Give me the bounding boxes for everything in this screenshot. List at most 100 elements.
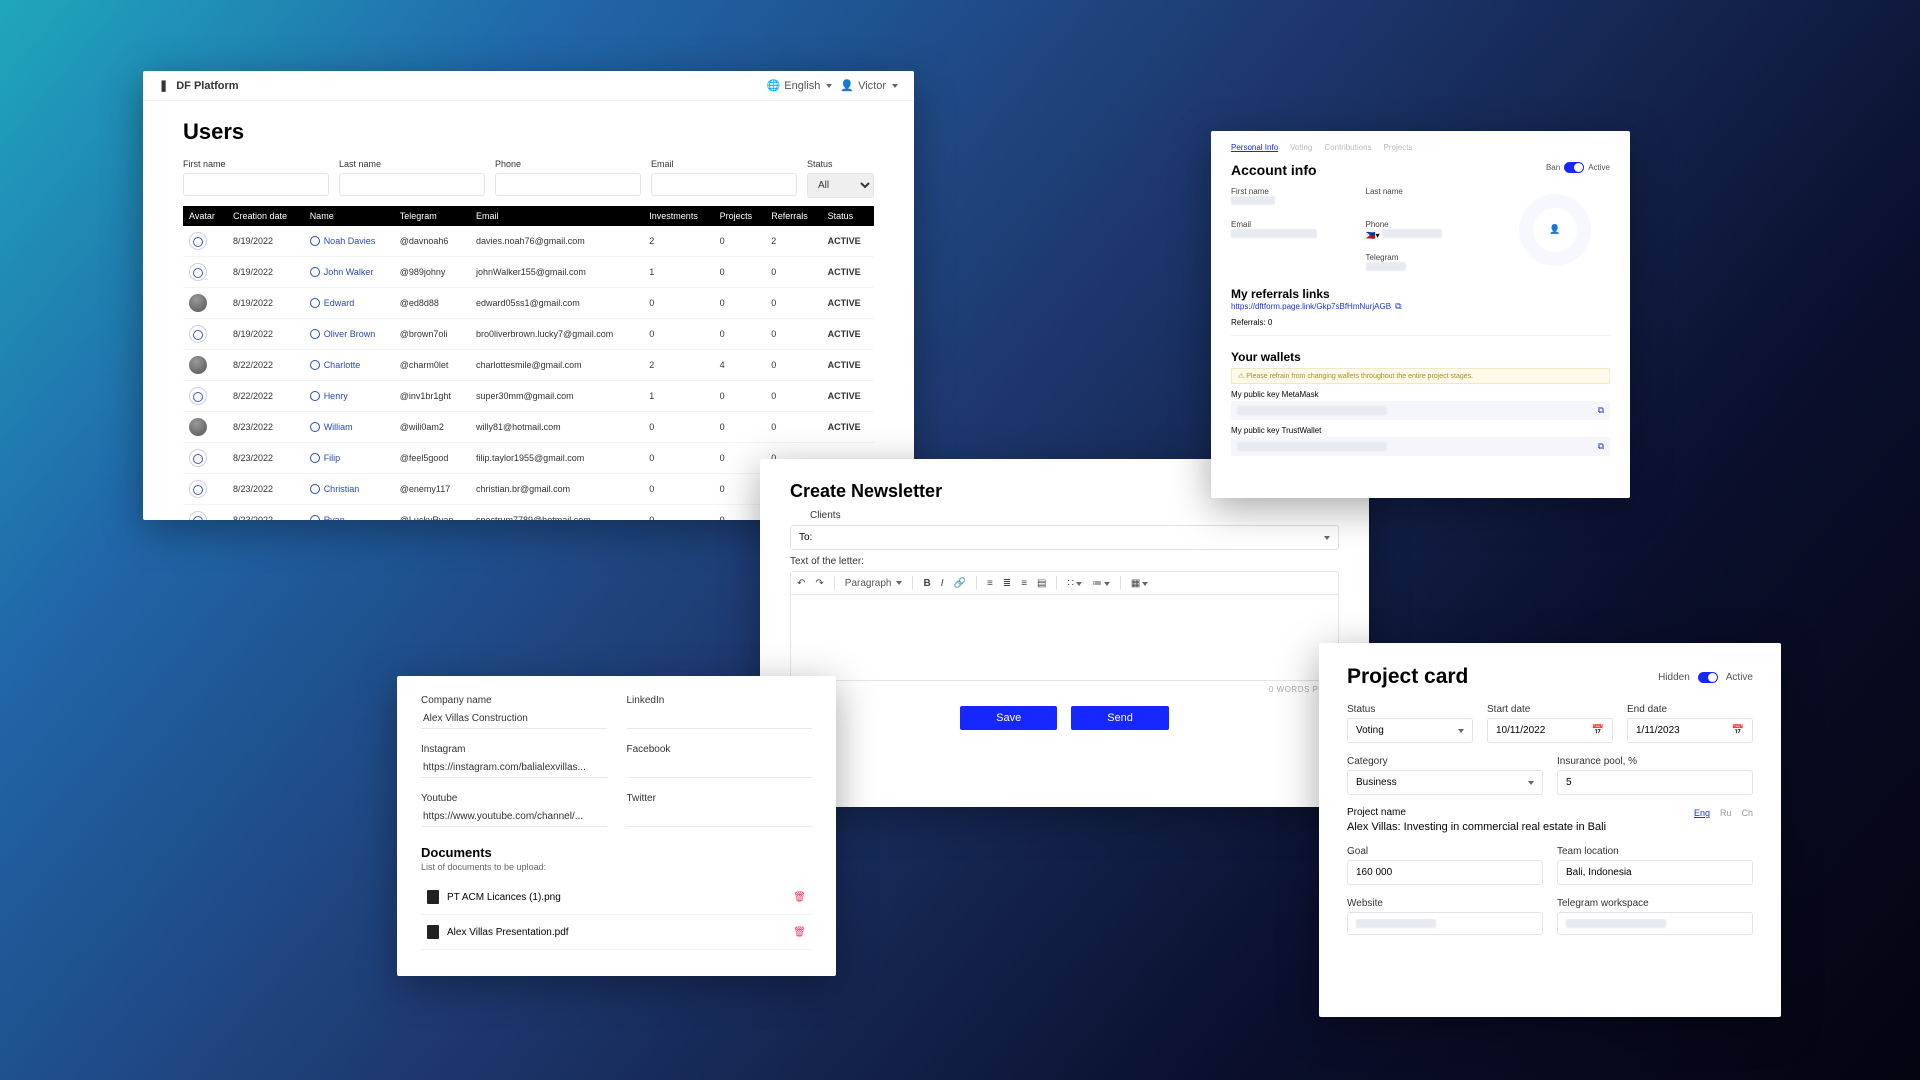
align-right-icon[interactable]: ≡: [1021, 578, 1027, 589]
user-link[interactable]: John Walker: [310, 267, 388, 277]
category-select[interactable]: Business: [1347, 770, 1543, 795]
goal-input[interactable]: 160 000: [1347, 860, 1543, 885]
document-row: PT ACM Licances (1).png🗑: [421, 880, 812, 915]
send-button[interactable]: Send: [1071, 706, 1169, 730]
status-badge: ACTIVE: [822, 350, 874, 381]
user-link[interactable]: Oliver Brown: [310, 329, 388, 339]
lang-ru[interactable]: Ru: [1720, 808, 1732, 818]
visibility-toggle[interactable]: Hidden Active: [1658, 672, 1753, 683]
undo-icon[interactable]: ↶: [797, 578, 805, 589]
users-panel: ❚ DF Platform 🌐 English 👤 Victor Users F…: [143, 71, 914, 520]
status-select[interactable]: Voting: [1347, 718, 1473, 743]
lang-ch[interactable]: Ch: [1741, 808, 1753, 818]
avatar: [189, 263, 207, 281]
switch-icon: [1698, 672, 1718, 683]
table-row[interactable]: 8/19/2022 Oliver Brown @brown7olibro0liv…: [183, 319, 874, 350]
person-icon: [310, 360, 320, 370]
filter-first[interactable]: [183, 173, 329, 196]
lang-en[interactable]: Eng: [1694, 808, 1710, 818]
telegram-workspace-input[interactable]: [1557, 912, 1753, 935]
user-link[interactable]: Edward: [310, 298, 388, 308]
team-location-input[interactable]: Bali, Indonesia: [1557, 860, 1753, 885]
project-panel: Project card Hidden Active StatusVoting …: [1319, 643, 1781, 1017]
company-name-input[interactable]: [421, 709, 607, 729]
avatar-placeholder[interactable]: 👤: [1533, 208, 1577, 252]
wallets-heading: Your wallets: [1231, 350, 1610, 364]
italic-icon[interactable]: I: [941, 578, 944, 589]
user-link[interactable]: Christian: [310, 484, 388, 494]
user-menu[interactable]: 👤 Victor: [840, 79, 898, 92]
chevron-down-icon: [892, 84, 898, 88]
paragraph-select[interactable]: Paragraph: [845, 578, 903, 589]
table-row[interactable]: 8/19/2022 Edward @ed8d88edward05ss1@gmai…: [183, 288, 874, 319]
chevron-down-icon: [826, 84, 832, 88]
table-row[interactable]: 8/22/2022 Henry @inv1br1ghtsuper30mm@gma…: [183, 381, 874, 412]
wallet-warning: ⚠ Please refrain from changing wallets t…: [1231, 368, 1610, 384]
copy-icon[interactable]: ⧉: [1598, 405, 1604, 416]
align-left-icon[interactable]: ≡: [987, 578, 993, 589]
instagram-input[interactable]: [421, 758, 607, 778]
filter-status[interactable]: All: [807, 173, 874, 198]
status-badge: ACTIVE: [822, 381, 874, 412]
align-center-icon[interactable]: ≣: [1003, 578, 1011, 589]
align-justify-icon[interactable]: ▤: [1037, 578, 1046, 589]
wallet-metamask: ⧉: [1231, 401, 1610, 420]
delete-icon[interactable]: 🗑: [793, 927, 806, 938]
tab-personal[interactable]: Personal Info: [1231, 143, 1278, 152]
filter-email[interactable]: [651, 173, 797, 196]
file-icon: [427, 890, 439, 904]
website-input[interactable]: [1347, 912, 1543, 935]
chevron-down-icon: [1528, 781, 1534, 785]
status-badge: ACTIVE: [822, 257, 874, 288]
user-link[interactable]: Filip: [310, 453, 388, 463]
account-panel: Personal Info Voting Contributions Proje…: [1211, 131, 1630, 498]
youtube-input[interactable]: [421, 807, 607, 827]
insurance-input[interactable]: 5: [1557, 770, 1753, 795]
user-link[interactable]: Ryan: [310, 515, 388, 520]
table-row[interactable]: 8/23/2022 William @wili0am2willy81@hotma…: [183, 412, 874, 443]
link-icon[interactable]: 🔗: [954, 578, 966, 589]
account-tabs: Personal Info Voting Contributions Proje…: [1231, 143, 1610, 152]
facebook-input[interactable]: [627, 758, 813, 778]
table-icon[interactable]: ▦: [1131, 578, 1148, 589]
filters: First name Last name Phone Email StatusA…: [183, 159, 874, 198]
documents-heading: Documents: [421, 845, 812, 860]
ul-icon[interactable]: ∷: [1067, 578, 1081, 589]
copy-icon[interactable]: ⧉: [1395, 301, 1401, 311]
bold-icon[interactable]: B: [923, 578, 930, 589]
user-link[interactable]: William: [310, 422, 388, 432]
chevron-down-icon: [1324, 536, 1330, 540]
twitter-input[interactable]: [627, 807, 813, 827]
user-link[interactable]: Henry: [310, 391, 388, 401]
project-name-input[interactable]: Alex Villas: Investing in commercial rea…: [1347, 821, 1753, 833]
person-icon: [310, 298, 320, 308]
copy-icon[interactable]: ⧉: [1598, 441, 1604, 452]
delete-icon[interactable]: 🗑: [793, 892, 806, 903]
wallet-trustwallet: ⧉: [1231, 437, 1610, 456]
avatar: [189, 325, 207, 343]
user-link[interactable]: Noah Davies: [310, 236, 388, 246]
ol-icon[interactable]: ≔: [1092, 578, 1110, 589]
to-field[interactable]: To:: [790, 525, 1339, 550]
filter-phone[interactable]: [495, 173, 641, 196]
start-date-input[interactable]: 10/11/2022📅: [1487, 718, 1613, 743]
language-menu[interactable]: 🌐 English: [767, 79, 833, 92]
end-date-input[interactable]: 1/11/2023📅: [1627, 718, 1753, 743]
active-toggle[interactable]: Ban Active: [1546, 162, 1610, 173]
user-link[interactable]: Charlotte: [310, 360, 388, 370]
save-button[interactable]: Save: [960, 706, 1057, 730]
editor-canvas[interactable]: [790, 595, 1339, 681]
tab-contributions[interactable]: Contributions: [1324, 143, 1371, 152]
tab-projects[interactable]: Projects: [1384, 143, 1413, 152]
table-row[interactable]: 8/22/2022 Charlotte @charm0letcharlottes…: [183, 350, 874, 381]
table-row[interactable]: 8/19/2022 Noah Davies @davnoah6davies.no…: [183, 226, 874, 257]
filter-last[interactable]: [339, 173, 485, 196]
tab-voting[interactable]: Voting: [1290, 143, 1312, 152]
table-row[interactable]: 8/19/2022 John Walker @989johnyjohnWalke…: [183, 257, 874, 288]
linkedin-input[interactable]: [627, 709, 813, 729]
status-badge: ACTIVE: [822, 288, 874, 319]
redo-icon[interactable]: ↷: [815, 578, 823, 589]
project-title: Project card: [1347, 665, 1468, 689]
avatar: [189, 294, 207, 312]
referral-link[interactable]: https://dftform.page.link/Gkp7sBfHmNurjA…: [1231, 302, 1391, 311]
